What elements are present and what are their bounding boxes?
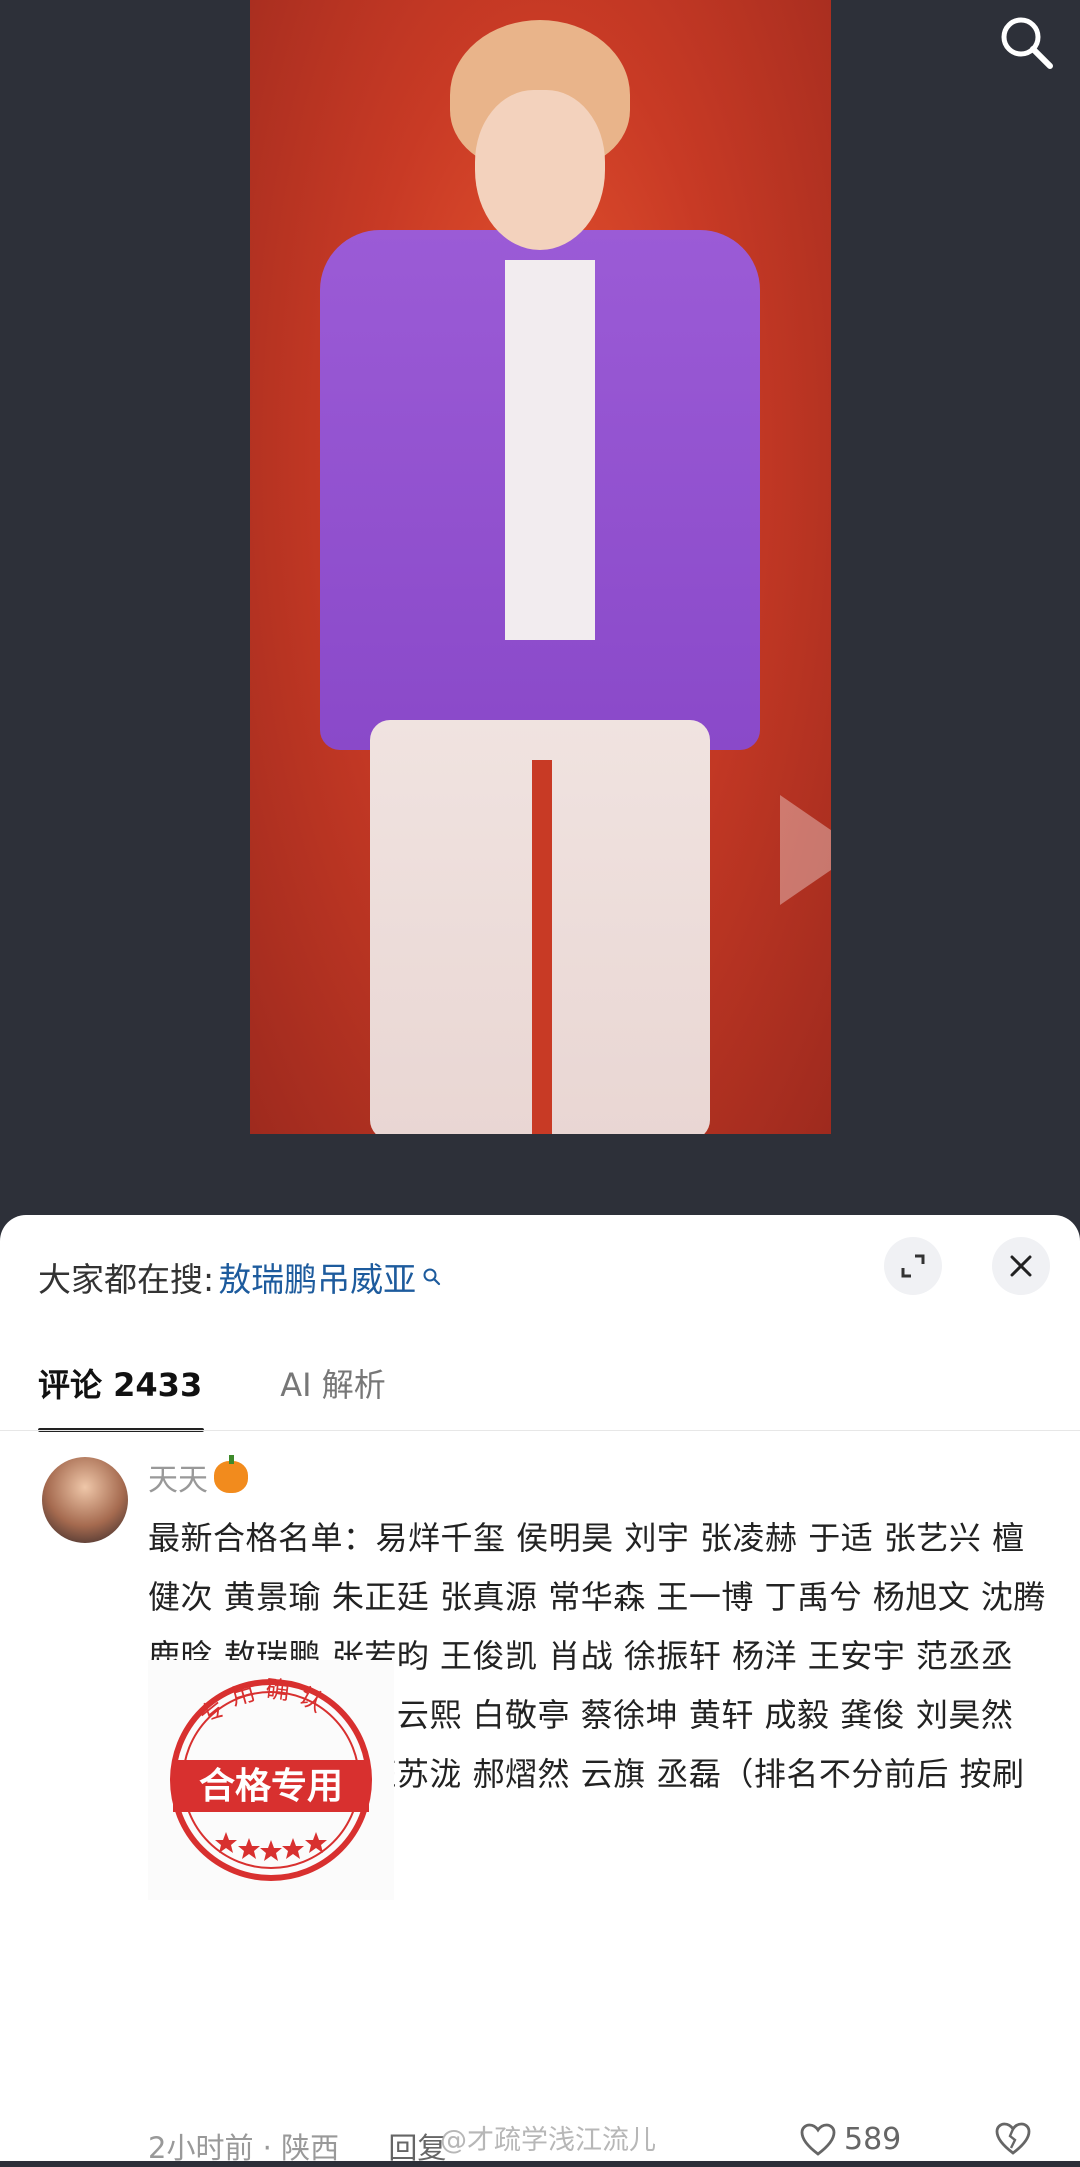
- reply-button[interactable]: 回复: [388, 2131, 446, 2165]
- trending-search[interactable]: 大家都在搜: 敖瑞鹏吊威亚: [38, 1253, 442, 1301]
- like-button[interactable]: 589: [800, 2122, 901, 2157]
- expand-icon: [901, 1254, 925, 1278]
- stamp-image: 专用确认 合格专用: [170, 1675, 372, 1881]
- like-count: 589: [844, 2122, 902, 2157]
- heart-icon: [800, 2123, 836, 2156]
- close-button[interactable]: [992, 1237, 1050, 1295]
- play-icon[interactable]: [780, 795, 831, 905]
- tab-ai-analysis[interactable]: AI 解析: [280, 1360, 386, 1432]
- performer-shirt: [505, 260, 595, 640]
- comment-username[interactable]: 天天: [148, 1455, 208, 1499]
- trending-term[interactable]: 敖瑞鹏吊威亚: [218, 1253, 416, 1301]
- performer-face: [475, 90, 605, 250]
- performer-pants-gap: [532, 760, 552, 1134]
- pumpkin-icon: [214, 1455, 248, 1493]
- close-icon: [1010, 1255, 1032, 1277]
- dislike-button[interactable]: [995, 2122, 1031, 2160]
- comment-username-row[interactable]: 天天: [148, 1455, 1048, 1499]
- stamp-stars: [215, 1832, 327, 1861]
- expand-button[interactable]: [884, 1237, 942, 1295]
- search-button[interactable]: [994, 10, 1058, 74]
- avatar[interactable]: [42, 1457, 128, 1543]
- stamp-main-text: 合格专用: [199, 1765, 343, 1807]
- comment-time-location: 2小时前 · 陕西: [148, 2131, 340, 2165]
- comment-image[interactable]: 专用确认 合格专用: [148, 1660, 394, 1900]
- tab-divider: [0, 1430, 1080, 1431]
- video-player[interactable]: [250, 0, 831, 1134]
- search-small-icon: [423, 1268, 441, 1286]
- trending-prefix: 大家都在搜:: [38, 1260, 215, 1299]
- broken-heart-icon: [995, 2122, 1031, 2155]
- tab-bar: 评论 2433 AI 解析: [38, 1360, 464, 1432]
- watermark: @才疏学浅江流儿: [440, 2125, 656, 2156]
- video-area[interactable]: [0, 0, 1080, 1240]
- search-icon: [1001, 17, 1053, 69]
- tab-comments[interactable]: 评论 2433: [38, 1360, 205, 1432]
